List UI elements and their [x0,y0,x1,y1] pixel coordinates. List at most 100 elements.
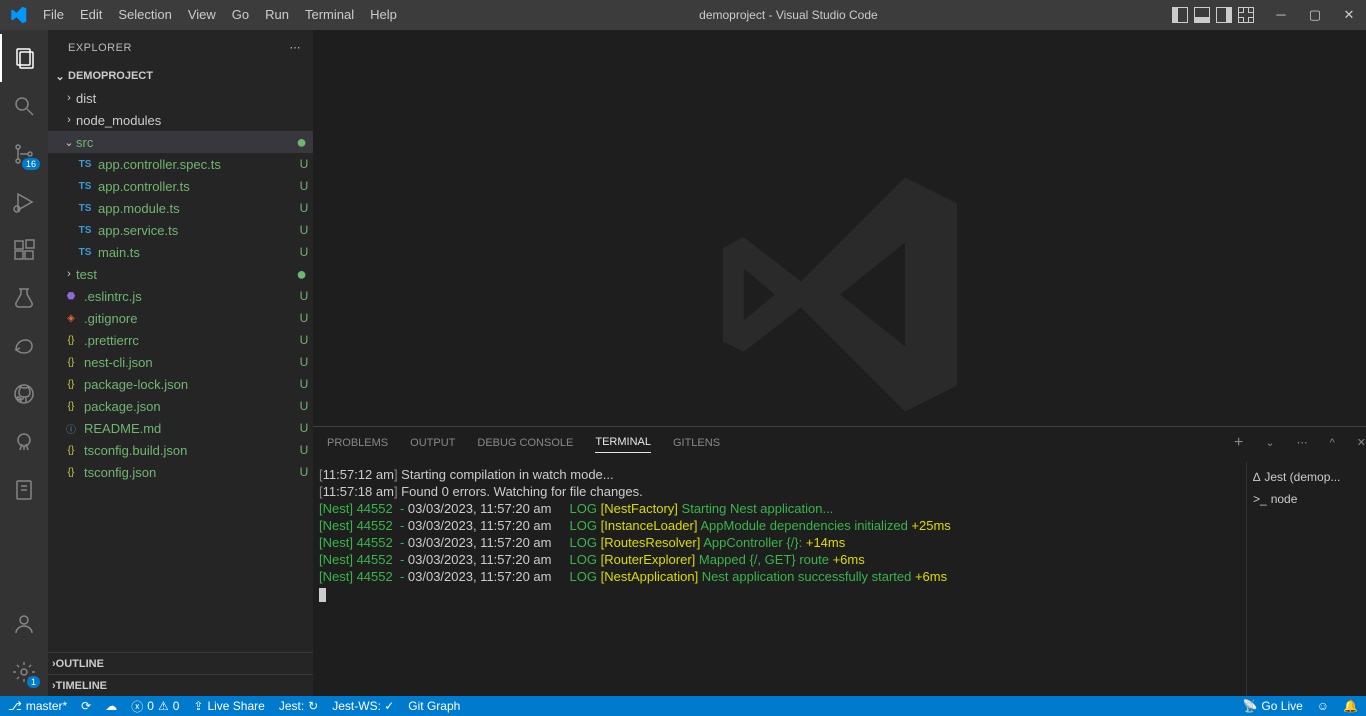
jest-ws-status[interactable]: Jest-WS: ✓ [332,699,394,713]
docker-view-icon[interactable] [0,418,48,466]
git-graph-status[interactable]: Git Graph [408,699,460,713]
terminal-split-dropdown-icon[interactable]: ⌄ [1265,436,1274,453]
sidebar-more-icon[interactable]: ⋯ [290,41,302,54]
panel-tab-output[interactable]: OUTPUT [410,437,455,453]
file-app-controller-ts[interactable]: TSapp.controller.tsU [48,175,313,197]
project-section-header[interactable]: ⌄ DEMOPROJECT [48,65,313,87]
file-tsconfig-build-json[interactable]: {}tsconfig.build.jsonU [48,439,313,461]
file-label: main.ts [98,245,295,260]
file-package-json[interactable]: {}package.jsonU [48,395,313,417]
file-label: tsconfig.json [84,465,295,480]
folder-test[interactable]: ›test● [48,263,313,285]
chevron-icon: › [62,114,76,126]
git-status: U [295,179,313,193]
menu-run[interactable]: Run [257,0,297,30]
json-file-icon: {} [62,401,80,412]
customize-layout-icon[interactable] [1238,7,1254,23]
panel-tab-terminal[interactable]: TERMINAL [595,436,651,453]
settings-gear-icon[interactable]: 1 [0,648,48,696]
window-title: demoproject - Visual Studio Code [405,8,1172,22]
toggle-secondary-sidebar-icon[interactable] [1216,7,1232,23]
source-control-view-icon[interactable]: 16 [0,130,48,178]
github-view-icon[interactable] [0,370,48,418]
menu-selection[interactable]: Selection [110,0,179,30]
menu-view[interactable]: View [180,0,224,30]
chevron-icon: ⌄ [62,136,76,149]
feedback-icon[interactable]: ☺ [1317,699,1329,713]
jest-status[interactable]: Jest: ↻ [279,699,318,713]
panel-tab-problems[interactable]: PROBLEMS [327,437,388,453]
git-status: U [295,421,313,435]
menu-edit[interactable]: Edit [72,0,110,30]
menu-go[interactable]: Go [224,0,257,30]
toggle-primary-sidebar-icon[interactable] [1172,7,1188,23]
git-status: U [295,311,313,325]
folder-dist[interactable]: ›dist [48,87,313,109]
go-live-status[interactable]: 📡 Go Live [1242,699,1302,713]
file-nest-cli-json[interactable]: {}nest-cli.jsonU [48,351,313,373]
file-tsconfig-json[interactable]: {}tsconfig.jsonU [48,461,313,483]
file-main-ts[interactable]: TS main.tsU [48,241,313,263]
outline-section[interactable]: ›OUTLINE [48,652,313,674]
menu-help[interactable]: Help [362,0,405,30]
minimize-button[interactable]: ─ [1264,0,1298,30]
terminal-type-icon: >_ [1253,492,1267,506]
new-terminal-icon[interactable]: + [1234,434,1243,456]
git-status: U [295,289,313,303]
maximize-button[interactable]: ▢ [1298,0,1332,30]
ts-file-icon: TS [76,159,94,170]
file-app-service-ts[interactable]: TSapp.service.tsU [48,219,313,241]
menu-file[interactable]: File [35,0,72,30]
git-status: U [295,245,313,259]
ts-file-icon: TS [76,181,94,192]
panel-tab-gitlens[interactable]: GITLENS [673,437,720,453]
cloud-status[interactable]: ☁ [105,699,117,713]
problems-status[interactable]: ⓧ 0 ⚠ 0 [131,698,179,715]
json-file-icon: {} [62,357,80,368]
menu-terminal[interactable]: Terminal [297,0,362,30]
file--prettierrc[interactable]: {}.prettierrcU [48,329,313,351]
file-package-lock-json[interactable]: {}package-lock.jsonU [48,373,313,395]
terminal-instance[interactable]: ∆Jest (demop... [1253,466,1360,488]
md-file-icon: ⓘ [62,421,80,436]
file--eslintrc-js[interactable]: ⬣.eslintrc.jsU [48,285,313,307]
folder-src[interactable]: ⌄src● [48,131,313,153]
terminal-type-icon: ∆ [1253,470,1260,484]
file-README-md[interactable]: ⓘREADME.mdU [48,417,313,439]
bottom-panel: PROBLEMS OUTPUT DEBUG CONSOLE TERMINAL GITLE… [313,426,1366,696]
file--gitignore[interactable]: ◈.gitignoreU [48,307,313,329]
terminal-output[interactable]: [11:57:12 am] Starting compilation in wa… [313,462,1246,696]
git-status: U [295,333,313,347]
project-manager-icon[interactable] [0,466,48,514]
panel-maximize-icon[interactable]: ^ [1330,437,1335,453]
git-modified-dot: ● [296,269,313,279]
notifications-icon[interactable]: 🔔 [1343,699,1358,713]
testing-view-icon[interactable] [0,274,48,322]
remote-explorer-icon[interactable] [0,322,48,370]
panel-tab-debug-console[interactable]: DEBUG CONSOLE [477,437,573,453]
search-view-icon[interactable] [0,82,48,130]
git-status: U [295,443,313,457]
file-app-controller-spec-ts[interactable]: TSapp.controller.spec.tsU [48,153,313,175]
file-app-module-ts[interactable]: TSapp.module.tsU [48,197,313,219]
file-label: .gitignore [84,311,295,326]
toggle-panel-icon[interactable] [1194,7,1210,23]
extensions-view-icon[interactable] [0,226,48,274]
explorer-view-icon[interactable] [0,34,48,82]
terminal-instance[interactable]: >_node [1253,488,1360,510]
live-share-status[interactable]: ⇪ Live Share [193,699,264,713]
panel-more-icon[interactable]: ⋯ [1297,436,1308,453]
sync-status[interactable]: ⟳ [81,699,91,713]
layout-controls[interactable] [1172,7,1264,23]
close-button[interactable]: ✕ [1332,0,1366,30]
file-label: nest-cli.json [84,355,295,370]
ts-file-icon: TS [76,247,94,258]
timeline-section[interactable]: ›TIMELINE [48,674,313,696]
run-debug-view-icon[interactable] [0,178,48,226]
folder-node_modules[interactable]: ›node_modules [48,109,313,131]
settings-badge: 1 [27,676,40,688]
file-label: .eslintrc.js [84,289,295,304]
accounts-icon[interactable] [0,600,48,648]
panel-close-icon[interactable]: ✕ [1357,436,1366,453]
branch-status[interactable]: ⎇ master* [8,699,67,713]
